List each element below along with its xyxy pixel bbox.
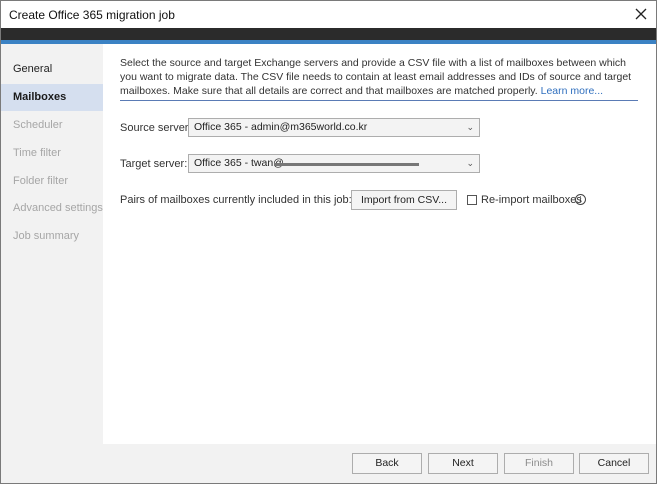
reimport-checkbox[interactable]	[467, 195, 477, 205]
sidebar-item-scheduler: Scheduler	[13, 119, 63, 131]
reimport-label: Re-import mailboxes	[481, 194, 582, 206]
target-server-select[interactable]: Office 365 - twan@ ⌄	[188, 154, 480, 173]
window-title: Create Office 365 migration job	[9, 8, 175, 22]
back-button[interactable]: Back	[352, 453, 422, 474]
redaction-mark	[274, 155, 419, 172]
target-server-label: Target server:	[120, 158, 188, 170]
cancel-button[interactable]: Cancel	[579, 453, 649, 474]
target-server-value: Office 365 - twan@	[194, 157, 284, 169]
sidebar: General Mailboxes Scheduler Time filter …	[1, 44, 103, 444]
close-icon[interactable]	[630, 3, 652, 25]
info-icon[interactable]: i	[575, 194, 586, 205]
sidebar-item-time-filter: Time filter	[13, 147, 61, 159]
import-csv-button[interactable]: Import from CSV...	[351, 190, 457, 210]
main-panel: Select the source and target Exchange se…	[103, 44, 656, 444]
sidebar-item-mailboxes[interactable]: Mailboxes	[1, 84, 103, 111]
pairs-count-label: Pairs of mailboxes currently included in…	[120, 194, 361, 206]
footer-bar: Back Next Finish Cancel	[1, 444, 656, 483]
sidebar-item-job-summary: Job summary	[13, 230, 80, 242]
sidebar-item-general[interactable]: General	[1, 56, 103, 83]
chevron-down-icon: ⌄	[466, 122, 474, 132]
next-button[interactable]: Next	[428, 453, 498, 474]
learn-more-link[interactable]: Learn more...	[541, 85, 603, 97]
source-server-label: Source server:	[120, 122, 192, 134]
source-server-select[interactable]: Office 365 - admin@m365world.co.kr ⌄	[188, 118, 480, 137]
migration-job-dialog: Create Office 365 migration job General …	[0, 0, 657, 484]
sidebar-item-advanced-settings: Advanced settings	[13, 202, 103, 214]
chevron-down-icon: ⌄	[466, 158, 474, 168]
sidebar-item-folder-filter: Folder filter	[13, 175, 69, 187]
finish-button: Finish	[504, 453, 574, 474]
source-server-value: Office 365 - admin@m365world.co.kr	[194, 121, 368, 133]
description: Select the source and target Exchange se…	[120, 56, 638, 101]
title-bar: Create Office 365 migration job	[1, 1, 656, 28]
header-band	[1, 28, 656, 40]
